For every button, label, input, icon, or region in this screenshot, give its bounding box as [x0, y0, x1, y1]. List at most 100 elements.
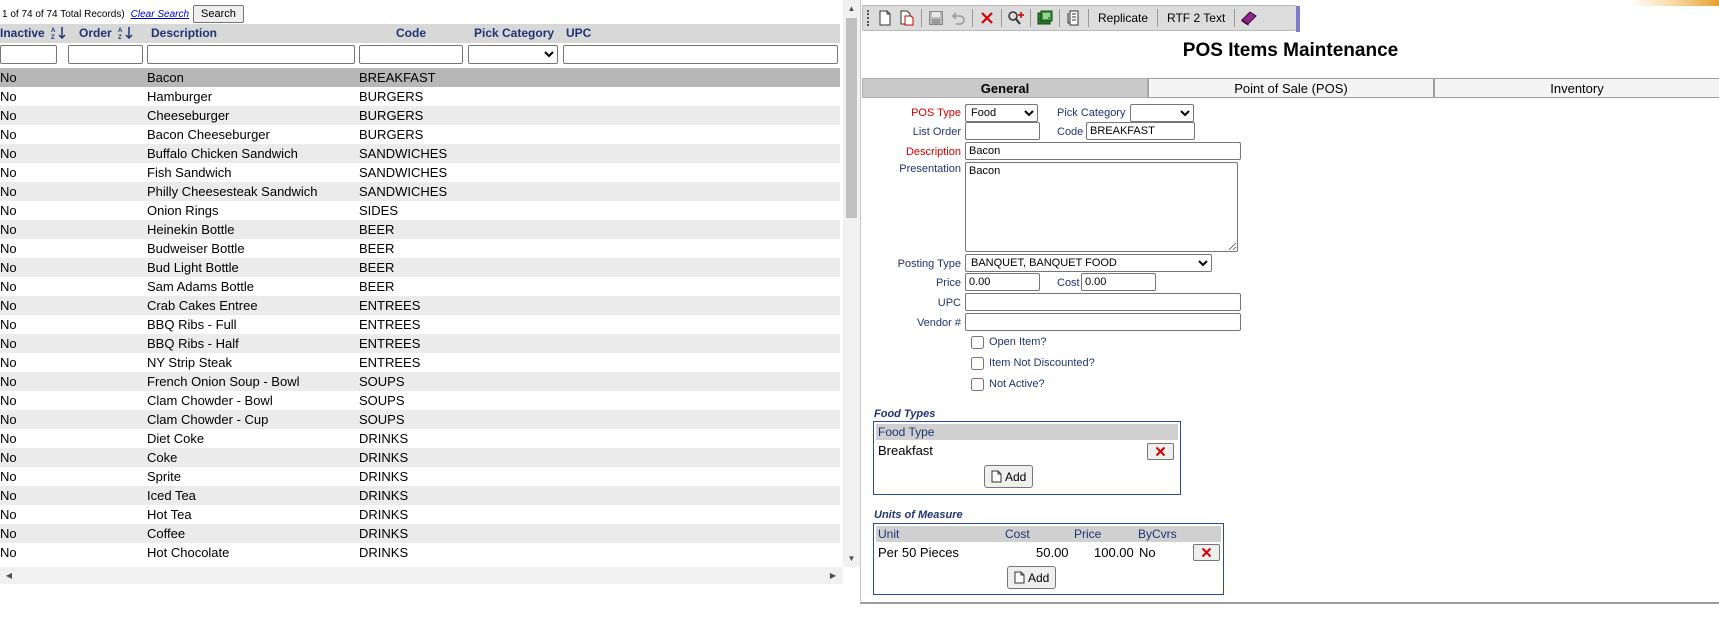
table-row[interactable]: No Hot Tea DRINKS: [0, 505, 840, 524]
record-count: 1 of 74 of 74 Total Records): [2, 8, 125, 20]
unit-cost-value: 50.00: [1036, 545, 1069, 560]
scroll-left-arrow-icon[interactable]: ◀: [2, 567, 16, 584]
scroll-down-arrow-icon[interactable]: ▼: [843, 552, 860, 566]
cell-inactive: No: [0, 165, 17, 180]
find-icon[interactable]: [1005, 7, 1027, 29]
header-pick-category[interactable]: Pick Category: [474, 24, 554, 43]
presentation-textarea[interactable]: Bacon: [965, 162, 1238, 252]
copy-document-icon[interactable]: [896, 7, 918, 29]
cell-code: ENTREES: [359, 355, 421, 370]
table-row[interactable]: No Sam Adams Bottle BEER: [0, 277, 840, 296]
scrollbar-thumb[interactable]: [846, 18, 857, 218]
not-discounted-checkbox[interactable]: [971, 357, 984, 370]
delete-unit-button[interactable]: [1193, 544, 1220, 561]
upc-input[interactable]: [965, 293, 1241, 311]
print-icon[interactable]: [1063, 7, 1085, 29]
table-row[interactable]: No Clam Chowder - Cup SOUPS: [0, 410, 840, 429]
table-row[interactable]: No Crab Cakes Entree ENTREES: [0, 296, 840, 315]
save-icon[interactable]: [925, 7, 947, 29]
cell-code: SANDWICHES: [359, 165, 448, 180]
undo-icon[interactable]: [947, 7, 969, 29]
table-row[interactable]: No Hamburger BURGERS: [0, 87, 840, 106]
open-item-label[interactable]: Open Item?: [989, 336, 1046, 348]
header-order[interactable]: Order AZ: [79, 24, 136, 43]
table-row[interactable]: No Cheeseburger BURGERS: [0, 106, 840, 125]
vendor-label: Vendor #: [916, 317, 961, 329]
table-row[interactable]: No Iced Tea DRINKS: [0, 486, 840, 505]
table-row[interactable]: No Diet Coke DRINKS: [0, 429, 840, 448]
filter-description-input[interactable]: [147, 45, 355, 64]
report-icon[interactable]: [1034, 7, 1056, 29]
list-order-input[interactable]: [965, 122, 1040, 140]
cell-inactive: No: [0, 431, 17, 446]
filter-pick-category-select[interactable]: [468, 45, 558, 64]
tab-inventory[interactable]: Inventory: [1434, 78, 1719, 98]
sort-az-icon[interactable]: AZ: [118, 26, 136, 41]
table-row[interactable]: No Fish Sandwich SANDWICHES: [0, 163, 840, 182]
vertical-scrollbar[interactable]: ▲ ▼: [843, 0, 860, 567]
table-row[interactable]: No BBQ Ribs - Half ENTREES: [0, 334, 840, 353]
table-row[interactable]: No Coffee DRINKS: [0, 524, 840, 543]
new-document-icon[interactable]: [874, 7, 896, 29]
cell-code: ENTREES: [359, 317, 421, 332]
not-active-label[interactable]: Not Active?: [989, 378, 1045, 390]
pos-type-select[interactable]: Food: [965, 104, 1038, 122]
table-row[interactable]: No Coke DRINKS: [0, 448, 840, 467]
vendor-input[interactable]: [965, 313, 1241, 331]
filter-code-input[interactable]: [359, 45, 463, 64]
price-input[interactable]: [965, 273, 1040, 291]
table-row[interactable]: No Hot Chocolate DRINKS: [0, 543, 840, 560]
replicate-button[interactable]: Replicate: [1092, 11, 1154, 25]
table-row[interactable]: No BBQ Ribs - Full ENTREES: [0, 315, 840, 334]
not-discounted-label[interactable]: Item Not Discounted?: [989, 357, 1095, 369]
tab-general[interactable]: General: [862, 78, 1148, 98]
code-input[interactable]: [1086, 122, 1195, 140]
clear-search-link[interactable]: Clear Search: [131, 9, 189, 20]
scroll-right-arrow-icon[interactable]: ▶: [826, 567, 840, 584]
table-row[interactable]: No Clam Chowder - Bowl SOUPS: [0, 391, 840, 410]
sort-az-icon[interactable]: AZ: [51, 26, 69, 41]
filter-order-input[interactable]: [68, 45, 143, 64]
header-code[interactable]: Code: [396, 24, 426, 43]
header-upc[interactable]: UPC: [566, 24, 591, 43]
filter-inactive-input[interactable]: [0, 45, 57, 64]
table-row[interactable]: No Bud Light Bottle BEER: [0, 258, 840, 277]
open-item-checkbox[interactable]: [971, 336, 984, 349]
cost-input[interactable]: [1081, 273, 1156, 291]
table-row[interactable]: No Bacon Cheeseburger BURGERS: [0, 125, 840, 144]
table-row[interactable]: No Buffalo Chicken Sandwich SANDWICHES: [0, 144, 840, 163]
description-input[interactable]: [965, 142, 1241, 160]
rtf2text-button[interactable]: RTF 2 Text: [1161, 11, 1231, 25]
table-row[interactable]: No Bacon BREAKFAST: [0, 68, 840, 87]
items-grid-pane: 1 of 74 of 74 Total Records) Clear Searc…: [0, 0, 860, 600]
table-row[interactable]: No Onion Rings SIDES: [0, 201, 840, 220]
header-inactive[interactable]: Inactive AZ: [0, 24, 69, 43]
delete-icon[interactable]: [976, 7, 998, 29]
form-toolbar: Replicate RTF 2 Text: [862, 5, 1300, 32]
cell-code: BEER: [359, 279, 395, 294]
pick-category-select[interactable]: [1130, 104, 1194, 122]
not-active-checkbox[interactable]: [971, 378, 984, 391]
horizontal-scrollbar[interactable]: ◀ ▶: [0, 567, 843, 584]
delete-food-type-button[interactable]: [1147, 443, 1174, 460]
tab-point-of-sale[interactable]: Point of Sale (POS): [1148, 78, 1434, 98]
cell-code: BEER: [359, 260, 395, 275]
table-row[interactable]: No French Onion Soup - Bowl SOUPS: [0, 372, 840, 391]
table-row[interactable]: No Sprite DRINKS: [0, 467, 840, 486]
add-food-type-button[interactable]: Add: [984, 465, 1034, 488]
table-row[interactable]: No Budweiser Bottle BEER: [0, 239, 840, 258]
search-button[interactable]: Search: [193, 5, 244, 23]
table-row[interactable]: No Heinekin Bottle BEER: [0, 220, 840, 239]
scroll-up-arrow-icon[interactable]: ▲: [843, 2, 860, 16]
help-book-icon[interactable]: [1238, 7, 1260, 29]
header-description[interactable]: Description: [151, 24, 217, 43]
filter-upc-input[interactable]: [563, 45, 838, 64]
add-unit-label: Add: [1028, 570, 1050, 585]
toolbar-grip-icon[interactable]: [867, 10, 870, 26]
add-unit-button[interactable]: Add: [1007, 566, 1057, 589]
table-row[interactable]: No NY Strip Steak ENTREES: [0, 353, 840, 372]
posting-type-select[interactable]: BANQUET, BANQUET FOOD: [965, 254, 1212, 272]
table-row[interactable]: No Philly Cheesesteak Sandwich SANDWICHES: [0, 182, 840, 201]
cell-description: Coffee: [147, 526, 186, 541]
new-document-icon: [1014, 571, 1025, 584]
